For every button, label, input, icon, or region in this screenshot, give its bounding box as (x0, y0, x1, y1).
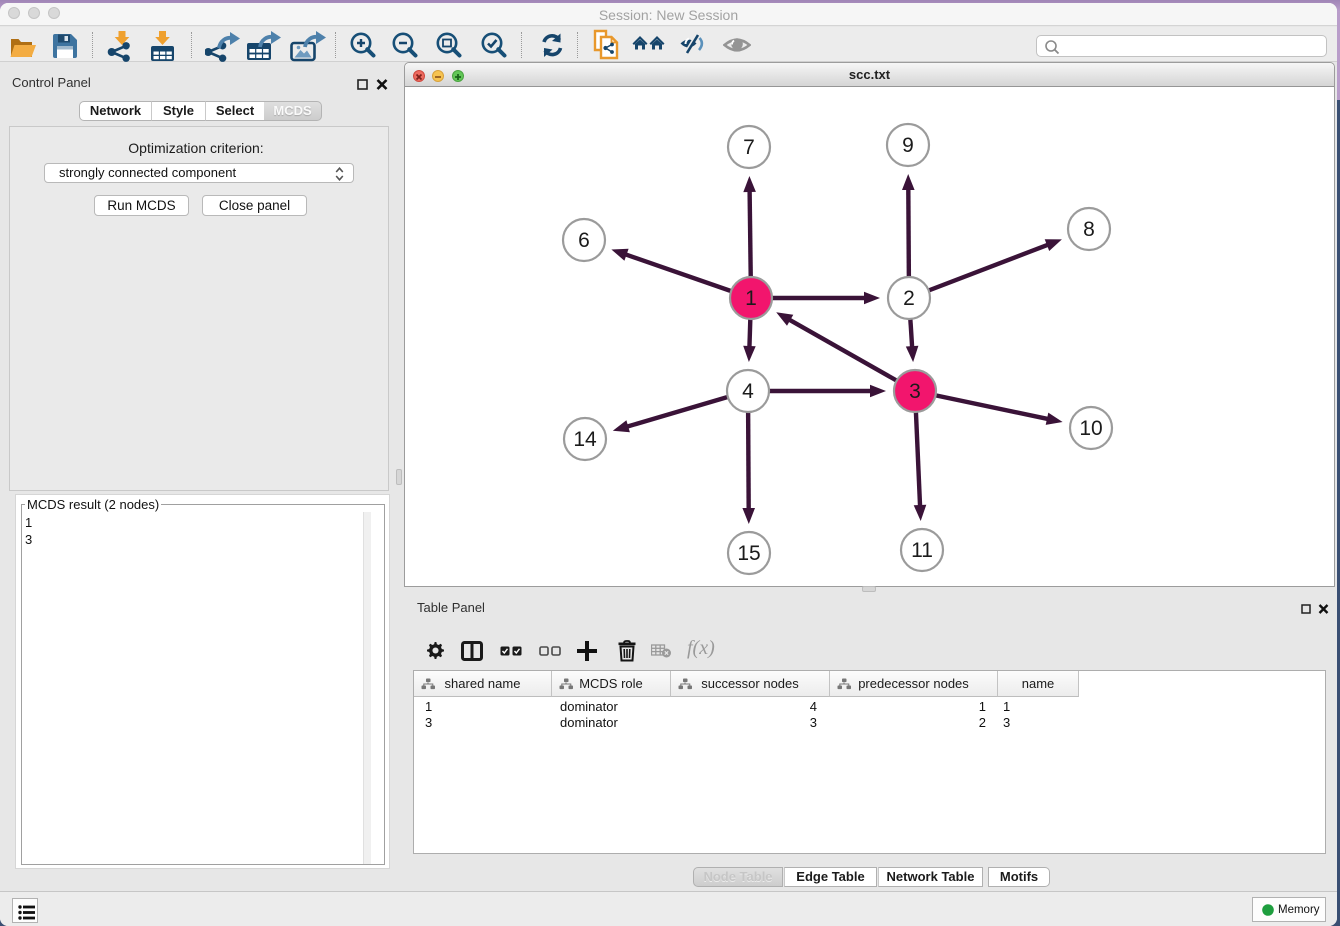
svg-text:14: 14 (573, 428, 597, 451)
svg-text:6: 6 (578, 229, 590, 252)
svg-text:9: 9 (902, 134, 914, 157)
svg-text:7: 7 (743, 136, 755, 159)
svg-text:4: 4 (742, 380, 754, 403)
svg-text:2: 2 (903, 287, 915, 310)
svg-text:8: 8 (1083, 218, 1095, 241)
svg-text:11: 11 (911, 539, 933, 562)
svg-text:10: 10 (1079, 417, 1102, 440)
svg-text:15: 15 (737, 542, 760, 565)
svg-text:3: 3 (909, 380, 921, 403)
svg-text:1: 1 (745, 287, 757, 310)
